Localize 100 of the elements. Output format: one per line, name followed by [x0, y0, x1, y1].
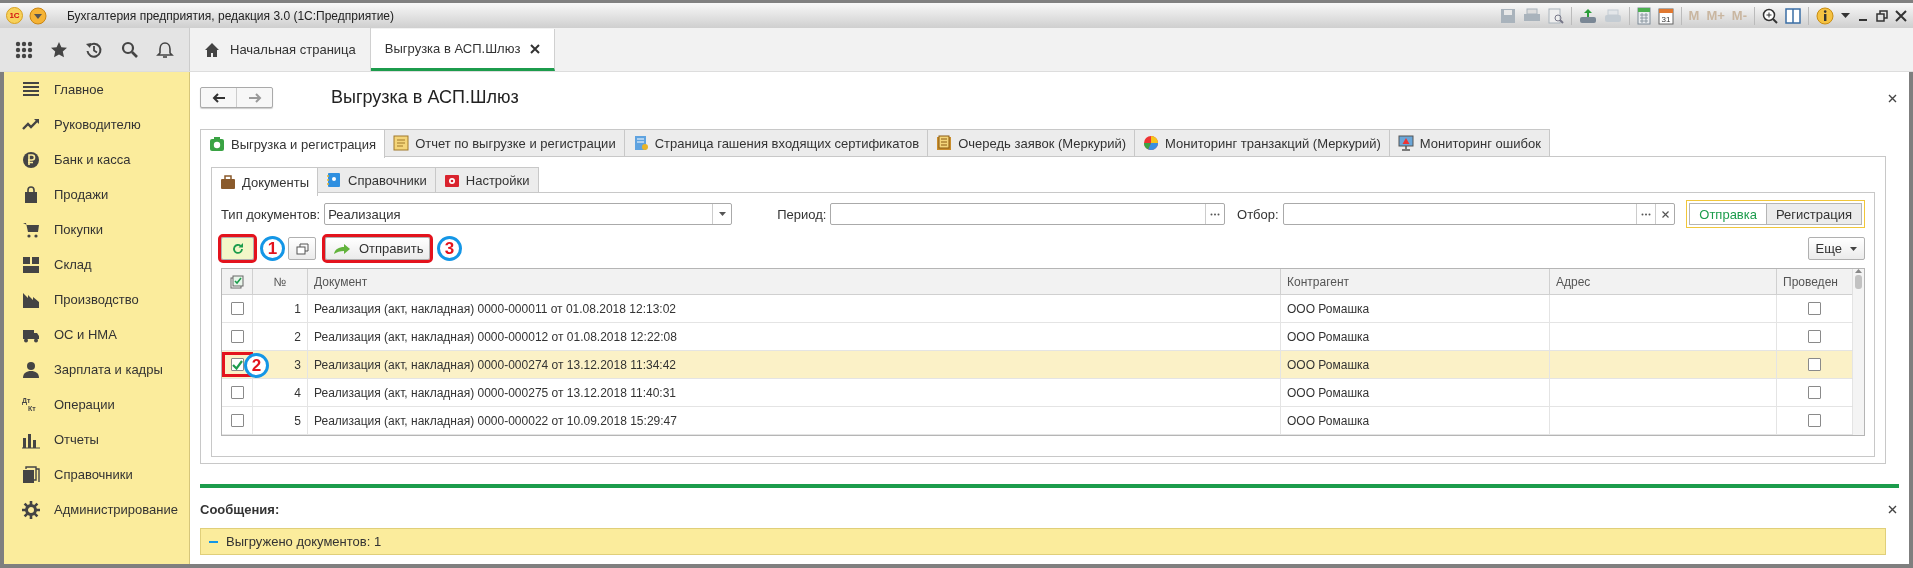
- preview-icon[interactable]: [1547, 7, 1564, 24]
- refresh-button[interactable]: [221, 237, 254, 260]
- settings-icon: [22, 500, 40, 519]
- checkbox[interactable]: [230, 330, 244, 343]
- sidebar-item[interactable]: ОС и НМА: [4, 317, 189, 352]
- home-icon: [204, 41, 220, 58]
- input-field[interactable]: [830, 203, 1226, 225]
- scroll-thumb[interactable]: [1855, 275, 1862, 289]
- sidebar-item[interactable]: Продажи: [4, 177, 189, 212]
- sidebar-item[interactable]: Отчеты: [4, 422, 189, 457]
- column-header[interactable]: №: [253, 269, 308, 294]
- restore-icon[interactable]: [1876, 9, 1888, 22]
- bag-icon: [22, 185, 40, 204]
- table-cell: Реализация (акт, накладная) 0000-000022 от 10.09.2018 15:29:47: [308, 407, 1281, 434]
- lines-icon: [22, 80, 40, 99]
- sidebar-item[interactable]: Банк и касса: [4, 142, 189, 177]
- sidebar-item[interactable]: Справочники: [4, 457, 189, 492]
- table-cell: ООО Ромашка: [1281, 323, 1550, 350]
- search-icon[interactable]: [120, 40, 139, 59]
- checkbox[interactable]: [1808, 386, 1821, 399]
- sidebar-item[interactable]: Зарплата и кадры: [4, 352, 189, 387]
- section-tab[interactable]: Начальная страница: [190, 28, 371, 71]
- checkbox[interactable]: [1808, 358, 1821, 371]
- sidebar-item[interactable]: Администрирование: [4, 492, 189, 527]
- window-title: Бухгалтерия предприятия, редакция 3.0 (1С:Предприятие): [67, 8, 395, 23]
- table-cell: ООО Ромашка: [1281, 407, 1550, 434]
- mode-toggle-button[interactable]: Отправка: [1689, 203, 1767, 225]
- copy-icon: [295, 242, 309, 255]
- form-tab[interactable]: Отчет по выгрузке и регистрации: [384, 129, 625, 156]
- form-tab[interactable]: Мониторинг транзакций (Меркурий): [1134, 129, 1390, 156]
- panel-icon[interactable]: [1785, 7, 1801, 24]
- table-cell: Реализация (акт, накладная) 0000-000012 от 01.08.2018 12:22:08: [308, 323, 1281, 350]
- calendar-icon[interactable]: 31: [1657, 6, 1674, 25]
- info-icon[interactable]: [1816, 6, 1834, 25]
- more-button[interactable]: Еще: [1807, 237, 1865, 260]
- close-icon[interactable]: [1888, 94, 1897, 103]
- dropdown-field[interactable]: Реализация: [324, 203, 733, 225]
- message-text: Выгружено документов: 1: [226, 534, 382, 549]
- checkbox[interactable]: [1808, 302, 1821, 315]
- mode-toggle-button[interactable]: Регистрация: [1767, 203, 1862, 225]
- print-icon[interactable]: [1522, 7, 1541, 24]
- selected-row[interactable]: 2 3 Реализация (акт, накладная) 0000-000274 от 13.12.2018 11:34:42 ООО Ромашка: [222, 351, 1853, 379]
- column-header[interactable]: Документ: [308, 269, 1281, 294]
- form-tab[interactable]: Страница гашения входящих сертификатов: [623, 129, 929, 156]
- table-cell: 4: [253, 379, 308, 406]
- ellipsis-icon[interactable]: [1641, 212, 1652, 216]
- checkbox[interactable]: [1808, 414, 1821, 427]
- history-icon[interactable]: [85, 40, 104, 59]
- scroll-up-icon[interactable]: [1855, 269, 1862, 273]
- table-cell: Реализация (акт, накладная) 0000-000011 от 01.08.2018 12:13:02: [308, 295, 1281, 322]
- form-tab[interactable]: Очередь заявок (Меркурий): [927, 129, 1136, 156]
- calculator-icon[interactable]: [1636, 6, 1651, 25]
- messages-title: Сообщения:: [200, 502, 280, 517]
- close-icon[interactable]: [1888, 505, 1897, 514]
- section-tab[interactable]: Выгрузка в АСП.Шлюз: [370, 29, 556, 71]
- sidebar-item[interactable]: Склад: [4, 247, 189, 282]
- field-label: Период:: [777, 206, 827, 222]
- zoom-icon[interactable]: [1762, 7, 1778, 24]
- checkbox[interactable]: [230, 302, 244, 315]
- form-title: Выгрузка в АСП.Шлюз: [331, 87, 519, 108]
- field-label: Тип документов:: [221, 206, 321, 222]
- sidebar-item[interactable]: Руководителю: [4, 107, 189, 142]
- caret-icon[interactable]: [1841, 12, 1850, 19]
- send-button[interactable]: Отправить: [325, 237, 430, 260]
- ellipsis-icon[interactable]: [1210, 212, 1221, 216]
- sidebar-item[interactable]: Производство: [4, 282, 189, 317]
- star-icon[interactable]: [50, 40, 69, 59]
- close-icon[interactable]: [1895, 9, 1907, 22]
- subtab[interactable]: Справочники: [317, 167, 436, 192]
- arrow-left-icon: [211, 92, 226, 103]
- ruble-icon: [22, 150, 40, 169]
- checkbox[interactable]: [1808, 330, 1821, 343]
- bell-icon[interactable]: [156, 40, 175, 59]
- copy-button[interactable]: [288, 237, 316, 260]
- checkbox[interactable]: [230, 358, 244, 371]
- apps-grid-icon[interactable]: [14, 40, 33, 59]
- checkbox[interactable]: [230, 386, 244, 399]
- upload-icon[interactable]: [1578, 7, 1597, 24]
- input-field[interactable]: [1282, 203, 1676, 225]
- table-cell: 5: [253, 407, 308, 434]
- folder-icon: [936, 135, 953, 151]
- column-header[interactable]: Контрагент: [1281, 269, 1550, 294]
- subtab[interactable]: Документы: [211, 167, 318, 196]
- save-icon[interactable]: [1499, 7, 1516, 24]
- check-all-icon[interactable]: [230, 274, 244, 289]
- caret-icon[interactable]: [718, 212, 726, 216]
- form-tab[interactable]: Выгрузка и регистрация: [200, 129, 386, 158]
- form-tab[interactable]: Мониторинг ошибок: [1388, 129, 1550, 156]
- menu-caret-icon[interactable]: [29, 6, 47, 25]
- sidebar-item[interactable]: Покупки: [4, 212, 189, 247]
- monitor-warning-icon: [1397, 135, 1414, 151]
- callout-badge: 1: [260, 236, 285, 261]
- callout-badge: 2: [244, 353, 269, 378]
- subtab[interactable]: Настройки: [434, 167, 539, 192]
- close-icon[interactable]: [530, 43, 541, 54]
- table-cell: ООО Ромашка: [1281, 379, 1550, 406]
- column-header[interactable]: Адрес: [1550, 269, 1777, 294]
- sidebar-item[interactable]: Главное: [4, 72, 189, 107]
- checkbox[interactable]: [230, 414, 244, 427]
- clear-icon[interactable]: [1661, 210, 1669, 218]
